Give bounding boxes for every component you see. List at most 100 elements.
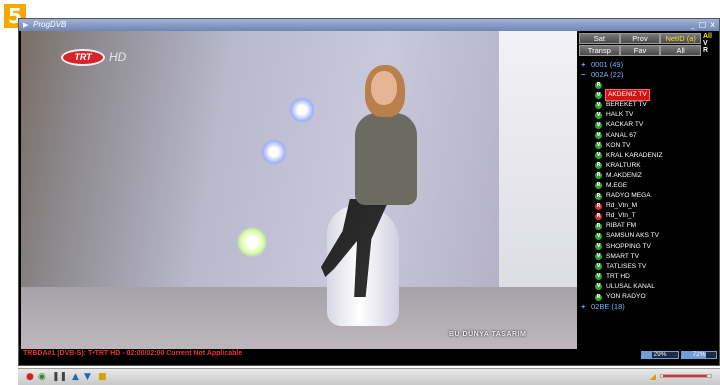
expand-icon[interactable]: + xyxy=(581,302,591,312)
video-floor xyxy=(21,287,577,349)
channel-group[interactable]: +0001 (49) xyxy=(581,60,717,70)
presenter-body xyxy=(355,113,417,205)
tv-channel-icon: V xyxy=(595,263,602,271)
lamp-graphic xyxy=(237,227,267,257)
channel-item[interactable]: V ULUSAL KANAL xyxy=(581,282,717,292)
radio-channel-icon: R xyxy=(595,81,602,89)
tv-channel-icon: V xyxy=(595,283,602,291)
volume-slider-fill xyxy=(663,375,707,377)
radio-channel-icon: R xyxy=(595,192,602,200)
channel-item[interactable]: V SAMSUN AKS TV xyxy=(581,231,717,241)
collapse-icon[interactable]: − xyxy=(581,70,591,80)
eye-icon[interactable]: ◉ xyxy=(38,372,46,382)
filter-tabs-row1: Sat Prov NetID (a) xyxy=(579,33,702,44)
radio-channel-icon: R xyxy=(595,182,602,190)
channel-item[interactable]: V TATLISES TV xyxy=(581,262,717,272)
tv-channel-icon: V xyxy=(595,232,602,240)
tv-channel-icon: V xyxy=(595,152,602,160)
channel-name: KRALTURK xyxy=(606,161,641,169)
channel-name: BEREKET TV xyxy=(606,101,647,109)
tv-channel-icon: V xyxy=(595,132,602,140)
channel-item[interactable]: V HALK TV xyxy=(581,110,717,120)
channel-item[interactable]: R M.AKDENIZ xyxy=(581,171,717,181)
channel-group-label: 002A (22) xyxy=(591,70,624,79)
tv-channel-icon: V xyxy=(595,273,602,281)
channel-name: M.AKDENIZ xyxy=(606,171,642,179)
folder-icon[interactable]: ■ xyxy=(98,372,107,382)
filter-video-label[interactable]: V xyxy=(703,40,717,47)
filter-all-label[interactable]: All xyxy=(703,33,717,40)
channel-name: RADYO MEGA xyxy=(606,192,651,200)
tv-channel-icon: V xyxy=(595,243,602,251)
channel-item[interactable]: V KRAL KARADENIZ xyxy=(581,151,717,161)
channel-name: M.EGE xyxy=(606,181,628,189)
channel-item[interactable]: V KACKAR TV xyxy=(581,120,717,130)
radio-channel-icon: R xyxy=(595,172,602,180)
status-text: TRBDA#1 (DVB-S): T•TRT HD - 02:00/02:00 … xyxy=(23,350,243,357)
signal-level-label: 29% xyxy=(653,351,667,358)
channel-item[interactable]: V AKDENIZ TV xyxy=(581,89,717,102)
channel-type-filter[interactable]: All V R xyxy=(703,33,717,54)
maximize-button[interactable]: □ xyxy=(699,20,707,29)
channel-name: Rd_Vtn_M xyxy=(606,202,638,210)
settings-icon[interactable]: ▲ xyxy=(72,372,79,382)
video-display[interactable]: TRT HD BU DÜNYA TASARIM xyxy=(21,31,577,349)
pause-icon[interactable]: ❚❚ xyxy=(52,372,67,382)
lamp-graphic xyxy=(261,139,287,165)
video-caption: BU DÜNYA TASARIM xyxy=(449,331,527,338)
channel-tree: +0001 (49) −002A (22) R V AKDENIZ TV V BEREKET… xyxy=(581,60,717,312)
channel-item[interactable]: R YON RADYO xyxy=(581,292,717,302)
video-window-light xyxy=(499,31,577,293)
signal-level-meter: 29% xyxy=(641,351,679,359)
channel-item[interactable]: R Rd_Vtn_M xyxy=(581,201,717,211)
filter-radio-label[interactable]: R xyxy=(703,47,717,54)
tv-channel-icon: V xyxy=(595,253,602,261)
channel-group[interactable]: +02BE (18) xyxy=(581,302,717,312)
signal-quality-label: 72% xyxy=(692,351,706,358)
channel-group-label: 02BE (18) xyxy=(591,302,625,312)
tab-all[interactable]: All xyxy=(660,45,702,56)
radio-channel-icon: R xyxy=(595,212,602,220)
signal-level-fill xyxy=(642,352,653,358)
progdvb-window: ▶ ProgDVB _ □ x TRT HD BU DÜNYA TASARIM … xyxy=(18,18,720,366)
channel-item[interactable]: R Rd_Vtn_T xyxy=(581,211,717,221)
channel-item[interactable]: R KRALTURK xyxy=(581,161,717,171)
volume-icon[interactable]: ◢ xyxy=(650,372,656,381)
record-icon[interactable]: ● xyxy=(26,372,34,382)
channel-name: SAMSUN AKS TV xyxy=(606,232,660,240)
channel-item[interactable]: V SHOPPING TV xyxy=(581,242,717,252)
tv-channel-icon: V xyxy=(595,142,602,150)
channel-item[interactable]: V KANAL 67 xyxy=(581,130,717,140)
channel-item[interactable]: R RIBAT FM xyxy=(581,221,717,231)
close-button[interactable]: x xyxy=(710,20,715,29)
channel-group[interactable]: −002A (22) xyxy=(581,70,717,80)
scan-icon[interactable]: ▼ xyxy=(84,372,91,382)
expand-icon[interactable]: + xyxy=(581,60,591,70)
tv-channel-icon: V xyxy=(595,111,602,119)
channel-name: HALK TV xyxy=(606,111,634,119)
tab-sat[interactable]: Sat xyxy=(579,33,620,44)
radio-channel-icon: R xyxy=(595,293,602,301)
channel-item[interactable]: V SMART TV xyxy=(581,252,717,262)
channel-hd-label: HD xyxy=(109,50,127,64)
title-bar[interactable]: ▶ ProgDVB _ □ x xyxy=(19,19,719,31)
tv-channel-icon: V xyxy=(595,91,602,99)
tab-fav[interactable]: Fav xyxy=(619,45,661,56)
channel-item[interactable]: R RADYO MEGA xyxy=(581,191,717,201)
channel-name: ULUSAL KANAL xyxy=(606,282,655,290)
channel-name: SMART TV xyxy=(606,252,639,260)
channel-logo: TRT xyxy=(61,49,105,66)
channel-item[interactable]: V TRT HD xyxy=(581,272,717,282)
minimize-button[interactable]: _ xyxy=(691,20,695,29)
tv-channel-icon: V xyxy=(595,101,602,109)
volume-slider[interactable] xyxy=(660,374,712,378)
tab-prov[interactable]: Prov xyxy=(619,33,661,44)
channel-name: SHOPPING TV xyxy=(606,242,651,250)
channel-item[interactable]: R xyxy=(581,80,717,90)
tab-netid[interactable]: NetID (a) xyxy=(660,33,702,44)
channel-item[interactable]: V KON TV xyxy=(581,141,717,151)
channel-item[interactable]: V BEREKET TV xyxy=(581,100,717,110)
radio-channel-icon: R xyxy=(595,202,602,210)
channel-item[interactable]: R M.EGE xyxy=(581,181,717,191)
tab-transp[interactable]: Transp xyxy=(579,45,620,56)
